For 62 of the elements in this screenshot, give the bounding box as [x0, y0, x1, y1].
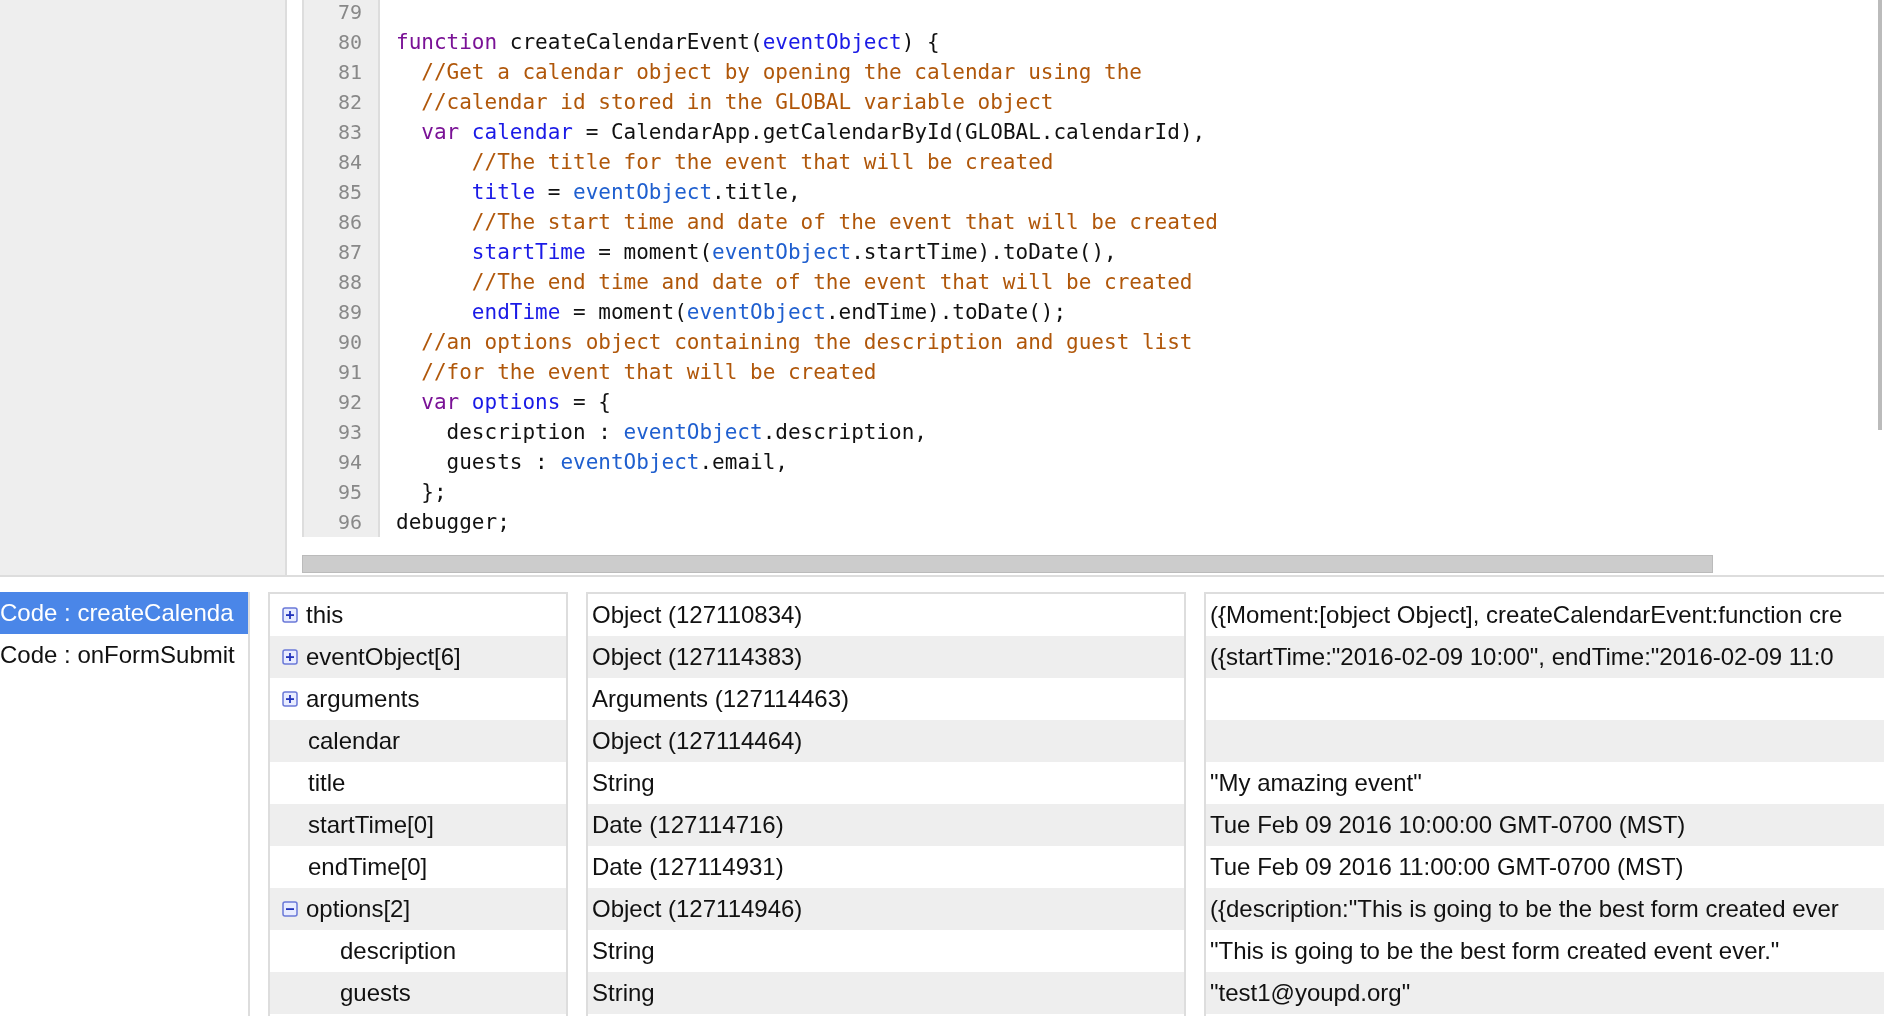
collapse-icon[interactable]	[282, 901, 298, 917]
code-line: startTime = moment(eventObject.startTime).toDate(),	[470, 240, 1117, 264]
table-cell: Object (127114946)	[588, 888, 1184, 930]
code-line: };	[420, 480, 447, 504]
code-line: //for the event that will be created	[420, 360, 877, 384]
line-number: 91	[302, 357, 380, 387]
expand-icon[interactable]	[282, 607, 298, 623]
code-line: //an options object containing the description and guest list	[420, 330, 1193, 354]
line-number: 80	[302, 27, 380, 57]
expand-icon[interactable]	[282, 691, 298, 707]
expand-icon[interactable]	[282, 649, 298, 665]
variable-name: arguments	[306, 685, 420, 713]
table-cell: Tue Feb 09 2016 10:00:00 GMT-0700 (MST)	[1206, 804, 1884, 846]
line-number: 83	[302, 117, 380, 147]
line-number: 85	[302, 177, 380, 207]
code-line: endTime = moment(eventObject.endTime).toDate();	[470, 300, 1067, 324]
line-number: 88	[302, 267, 380, 297]
line-number: 81	[302, 57, 380, 87]
code-line: //Get a calendar object by opening the calendar using the	[420, 60, 1142, 84]
variable-name: options[2]	[306, 895, 411, 923]
table-cell: Object (127114383)	[588, 636, 1184, 678]
table-cell: ({description:"This is going to be the best form created ever	[1206, 888, 1884, 930]
code-line: title = eventObject.title,	[470, 180, 801, 204]
line-number: 96	[302, 507, 380, 537]
variable-name: guests	[340, 979, 411, 1007]
table-cell: Date (127114716)	[588, 804, 1184, 846]
code-line: description : eventObject.description,	[445, 420, 928, 444]
variable-name: title	[308, 769, 346, 797]
code-line: //calendar id stored in the GLOBAL variable object	[420, 90, 1054, 114]
variable-name: this	[306, 601, 344, 629]
line-number: 90	[302, 327, 380, 357]
line-number: 92	[302, 387, 380, 417]
code-line: //The title for the event that will be created	[470, 150, 1054, 174]
code-line: guests : eventObject.email,	[445, 450, 788, 474]
code-line: //The start time and date of the event that will be created	[470, 210, 1218, 234]
variable-name: calendar	[308, 727, 401, 755]
line-number: 87	[302, 237, 380, 267]
code-line: function createCalendarEvent(eventObject) {	[395, 30, 940, 54]
variable-name: description	[340, 937, 457, 965]
call-stack-item[interactable]: Code : onFormSubmit	[0, 634, 248, 676]
line-number: 89	[302, 297, 380, 327]
horizontal-scrollbar[interactable]	[302, 555, 1713, 573]
variable-name: endTime[0]	[308, 853, 428, 881]
table-cell: Object (127114464)	[588, 720, 1184, 762]
code-line: var calendar = CalendarApp.getCalendarById(GLOBAL.calendarId),	[420, 120, 1206, 144]
table-cell: "test1@youpd.org"	[1206, 972, 1884, 1014]
vertical-scrollbar[interactable]	[1878, 0, 1882, 430]
call-stack-item[interactable]: Code : createCalenda	[0, 592, 248, 634]
variable-name: eventObject[6]	[306, 643, 461, 671]
code-line: debugger;	[395, 510, 510, 534]
line-number: 86	[302, 207, 380, 237]
line-number: 84	[302, 147, 380, 177]
code-line: var options = {	[420, 390, 611, 414]
variable-name: startTime[0]	[308, 811, 434, 839]
table-cell: ({startTime:"2016-02-09 10:00", endTime:"2016-02-09 11:0	[1206, 636, 1884, 678]
code-line: //The end time and date of the event that will be created	[470, 270, 1193, 294]
line-number: 94	[302, 447, 380, 477]
table-cell: String	[588, 972, 1184, 1014]
line-number: 95	[302, 477, 380, 507]
line-number: 93	[302, 417, 380, 447]
line-number: 82	[302, 87, 380, 117]
line-number: 79	[302, 0, 380, 27]
